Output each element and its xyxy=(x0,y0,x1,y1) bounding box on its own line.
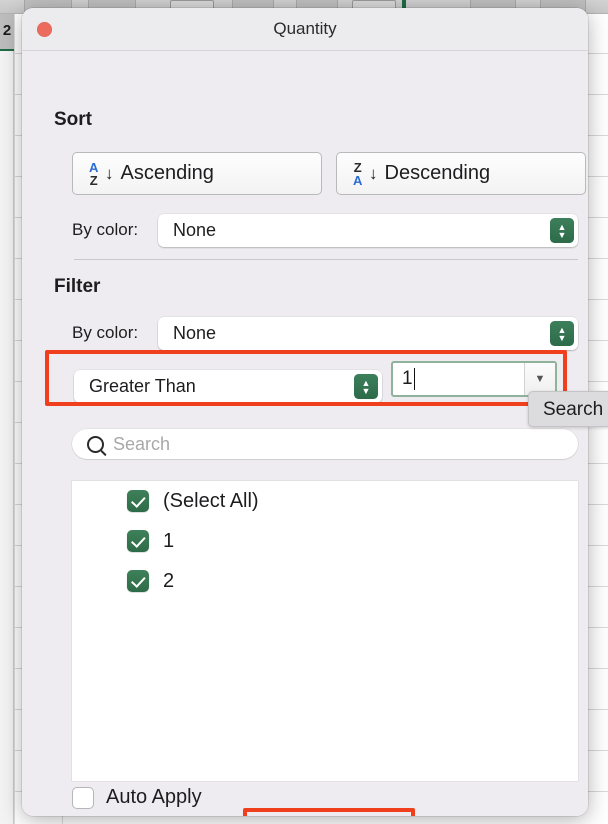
sort-by-color-label: By color: xyxy=(72,220,139,239)
filter-operator-select[interactable]: Greater Than ▲ ▼ xyxy=(74,370,382,403)
sort-ascending-label: Ascending xyxy=(120,162,214,184)
down-arrow-icon: ↓ xyxy=(369,164,378,183)
list-item-label: (Select All) xyxy=(163,489,259,512)
filter-by-color-label: By color: xyxy=(72,323,139,342)
list-item[interactable]: 1 xyxy=(72,521,578,561)
grid-column-separator xyxy=(14,13,15,824)
close-icon[interactable] xyxy=(37,22,52,37)
down-arrow-icon: ↓ xyxy=(105,164,114,183)
filter-value-input[interactable]: 1 xyxy=(393,363,524,395)
row-header-column xyxy=(0,13,14,824)
chevron-down-icon: ▼ xyxy=(557,229,567,240)
sort-section-heading: Sort xyxy=(54,109,92,130)
sort-za-icon: Z A xyxy=(349,161,366,187)
sort-ascending-button[interactable]: A Z ↓ Ascending xyxy=(72,152,322,195)
chevron-down-icon: ▼ xyxy=(557,332,567,343)
checkbox-icon[interactable] xyxy=(127,490,149,512)
filter-by-color-select[interactable]: None ▲ ▼ xyxy=(158,317,578,350)
sort-descending-button[interactable]: Z A ↓ Descending xyxy=(336,152,586,195)
filter-panel-window: Quantity Sort A Z ↓ Ascending Z A ↓ Desc… xyxy=(22,8,588,816)
window-title: Quantity xyxy=(273,19,337,38)
section-divider xyxy=(74,259,578,260)
filter-by-color-value: None xyxy=(173,323,217,343)
list-item-label: 1 xyxy=(163,529,175,552)
search-icon xyxy=(87,435,104,453)
filter-section-heading: Filter xyxy=(54,276,101,297)
sort-az-icon: A Z xyxy=(85,161,102,187)
sort-az-icon-bottom: Z xyxy=(89,172,98,188)
sort-az-icon-top: A xyxy=(89,159,98,175)
sort-za-icon-bottom: A xyxy=(353,172,362,188)
text-caret xyxy=(413,368,416,390)
auto-apply-checkbox-row[interactable]: Auto Apply xyxy=(72,786,202,809)
search-placeholder: Search xyxy=(113,433,171,454)
sort-za-icon-top: Z xyxy=(353,159,362,175)
sort-by-color-value: None xyxy=(173,220,217,240)
filter-operator-value: Greater Than xyxy=(89,376,196,396)
checkbox-icon[interactable] xyxy=(127,570,149,592)
window-titlebar: Quantity xyxy=(22,8,588,51)
row-header-selected[interactable]: 2 xyxy=(0,13,14,51)
list-item[interactable]: 2 xyxy=(72,561,578,601)
stepper-icon: ▲ ▼ xyxy=(354,374,378,399)
search-input[interactable]: Search xyxy=(72,429,578,459)
sort-by-color-select[interactable]: None ▲ ▼ xyxy=(158,214,578,247)
checkbox-icon[interactable] xyxy=(72,786,94,809)
auto-apply-label: Auto Apply xyxy=(106,786,202,808)
highlight-box-apply-filter xyxy=(243,808,415,816)
checkbox-icon[interactable] xyxy=(127,530,149,552)
sort-descending-label: Descending xyxy=(384,162,491,184)
filter-value-list[interactable]: (Select All) 1 2 xyxy=(72,481,578,781)
panel-body: Sort A Z ↓ Ascending Z A ↓ Descending By… xyxy=(22,51,588,816)
filter-value-text: 1 xyxy=(402,368,413,389)
chevron-down-icon: ▼ xyxy=(361,385,371,396)
stepper-icon: ▲ ▼ xyxy=(550,321,574,346)
stepper-icon: ▲ ▼ xyxy=(550,218,574,243)
list-item[interactable]: (Select All) xyxy=(72,481,578,521)
list-item-label: 2 xyxy=(163,569,175,592)
search-tooltip: Search xyxy=(528,391,608,427)
